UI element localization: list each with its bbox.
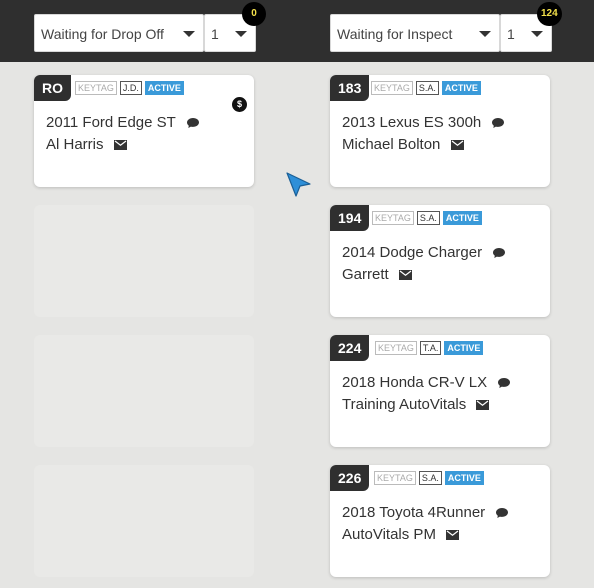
status-select-value: Waiting for Drop Off <box>41 26 164 42</box>
customer-line: Training AutoVitals <box>342 396 490 413</box>
vehicle-line: 2018 Toyota 4Runner <box>342 504 509 521</box>
chat-icon[interactable] <box>492 247 506 259</box>
count-badge: 124 <box>537 2 562 26</box>
active-badge: ACTIVE <box>444 341 484 355</box>
customer-line: Michael Bolton <box>342 136 464 153</box>
page-select-value: 1 <box>211 26 219 42</box>
card-tags: KEYTAG J.D. ACTIVE <box>75 81 184 95</box>
ro-number: 183 <box>330 75 370 101</box>
cursor-arrow-icon <box>286 172 311 197</box>
vehicle-card[interactable]: 183 KEYTAG S.A. ACTIVE 2013 Lexus ES 300… <box>330 75 550 187</box>
keytag-badge: KEYTAG <box>371 81 413 95</box>
empty-card-slot <box>34 205 254 317</box>
advisor-initials-badge: T.A. <box>419 341 442 355</box>
card-tags: KEYTAG S.A. ACTIVE <box>371 81 481 95</box>
dollar-icon[interactable]: $ <box>232 97 247 112</box>
vehicle-name: 2014 Dodge Charger <box>342 244 483 261</box>
chat-icon[interactable] <box>186 117 200 129</box>
active-badge: ACTIVE <box>441 81 481 95</box>
advisor-initials-badge: S.A. <box>418 471 442 485</box>
keytag-badge: KEYTAG <box>375 341 417 355</box>
active-badge: ACTIVE <box>442 211 482 225</box>
chevron-down-icon <box>183 31 195 37</box>
card-tags: KEYTAG T.A. ACTIVE <box>375 341 484 355</box>
ro-number: RO <box>34 75 71 101</box>
active-badge: ACTIVE <box>444 471 484 485</box>
chevron-down-icon <box>531 31 543 37</box>
status-select-value: Waiting for Inspect <box>337 26 453 42</box>
vehicle-line: 2014 Dodge Charger <box>342 244 506 261</box>
top-toolbar: Waiting for Drop Off 1 0 Waiting for Ins… <box>0 0 594 62</box>
mail-icon[interactable] <box>446 530 460 541</box>
empty-card-slot <box>34 335 254 447</box>
status-select-inspect[interactable]: Waiting for Inspect <box>330 14 500 52</box>
vehicle-card[interactable]: 194 KEYTAG S.A. ACTIVE 2014 Dodge Charge… <box>330 205 550 317</box>
customer-name: Garrett <box>342 266 389 283</box>
keytag-badge: KEYTAG <box>374 471 416 485</box>
vehicle-name: 2011 Ford Edge ST <box>46 114 176 131</box>
count-badge: 0 <box>242 2 266 26</box>
vehicle-name: 2018 Toyota 4Runner <box>342 504 486 521</box>
mail-icon[interactable] <box>113 140 127 151</box>
keytag-badge: KEYTAG <box>372 211 414 225</box>
chat-icon[interactable] <box>497 377 511 389</box>
advisor-initials-badge: S.A. <box>415 81 439 95</box>
vehicle-card[interactable]: 224 KEYTAG T.A. ACTIVE 2018 Honda CR-V L… <box>330 335 550 447</box>
vehicle-card[interactable]: 226 KEYTAG S.A. ACTIVE 2018 Toyota 4Runn… <box>330 465 550 577</box>
ro-number: 224 <box>330 335 370 361</box>
customer-name: AutoVitals PM <box>342 526 436 543</box>
vehicle-line: 2013 Lexus ES 300h <box>342 114 505 131</box>
mail-icon[interactable] <box>398 270 412 281</box>
mail-icon[interactable] <box>476 400 490 411</box>
active-badge: ACTIVE <box>144 81 184 95</box>
customer-line: Garrett <box>342 266 412 283</box>
ro-number: 226 <box>330 465 370 491</box>
status-select-drop-off[interactable]: Waiting for Drop Off <box>34 14 204 52</box>
chevron-down-icon <box>235 31 247 37</box>
page-select-value: 1 <box>507 26 515 42</box>
customer-name: Michael Bolton <box>342 136 441 153</box>
customer-line: AutoVitals PM <box>342 526 460 543</box>
customer-line: Al Harris <box>46 136 127 153</box>
ro-number: 194 <box>330 205 370 231</box>
vehicle-line: 2018 Honda CR-V LX <box>342 374 511 391</box>
vehicle-name: 2018 Honda CR-V LX <box>342 374 488 391</box>
chevron-down-icon <box>479 31 491 37</box>
advisor-initials-badge: S.A. <box>416 211 440 225</box>
mail-icon[interactable] <box>450 140 464 151</box>
chat-icon[interactable] <box>491 117 505 129</box>
vehicle-name: 2013 Lexus ES 300h <box>342 114 482 131</box>
chat-icon[interactable] <box>495 507 509 519</box>
customer-name: Al Harris <box>46 136 104 153</box>
card-tags: KEYTAG S.A. ACTIVE <box>372 211 482 225</box>
vehicle-card[interactable]: RO KEYTAG J.D. ACTIVE $ 2011 Ford Edge S… <box>34 75 254 187</box>
card-tags: KEYTAG S.A. ACTIVE <box>374 471 484 485</box>
advisor-initials-badge: J.D. <box>119 81 142 95</box>
vehicle-line: 2011 Ford Edge ST <box>46 114 200 131</box>
keytag-badge: KEYTAG <box>75 81 117 95</box>
customer-name: Training AutoVitals <box>342 396 467 413</box>
empty-card-slot <box>34 465 254 577</box>
